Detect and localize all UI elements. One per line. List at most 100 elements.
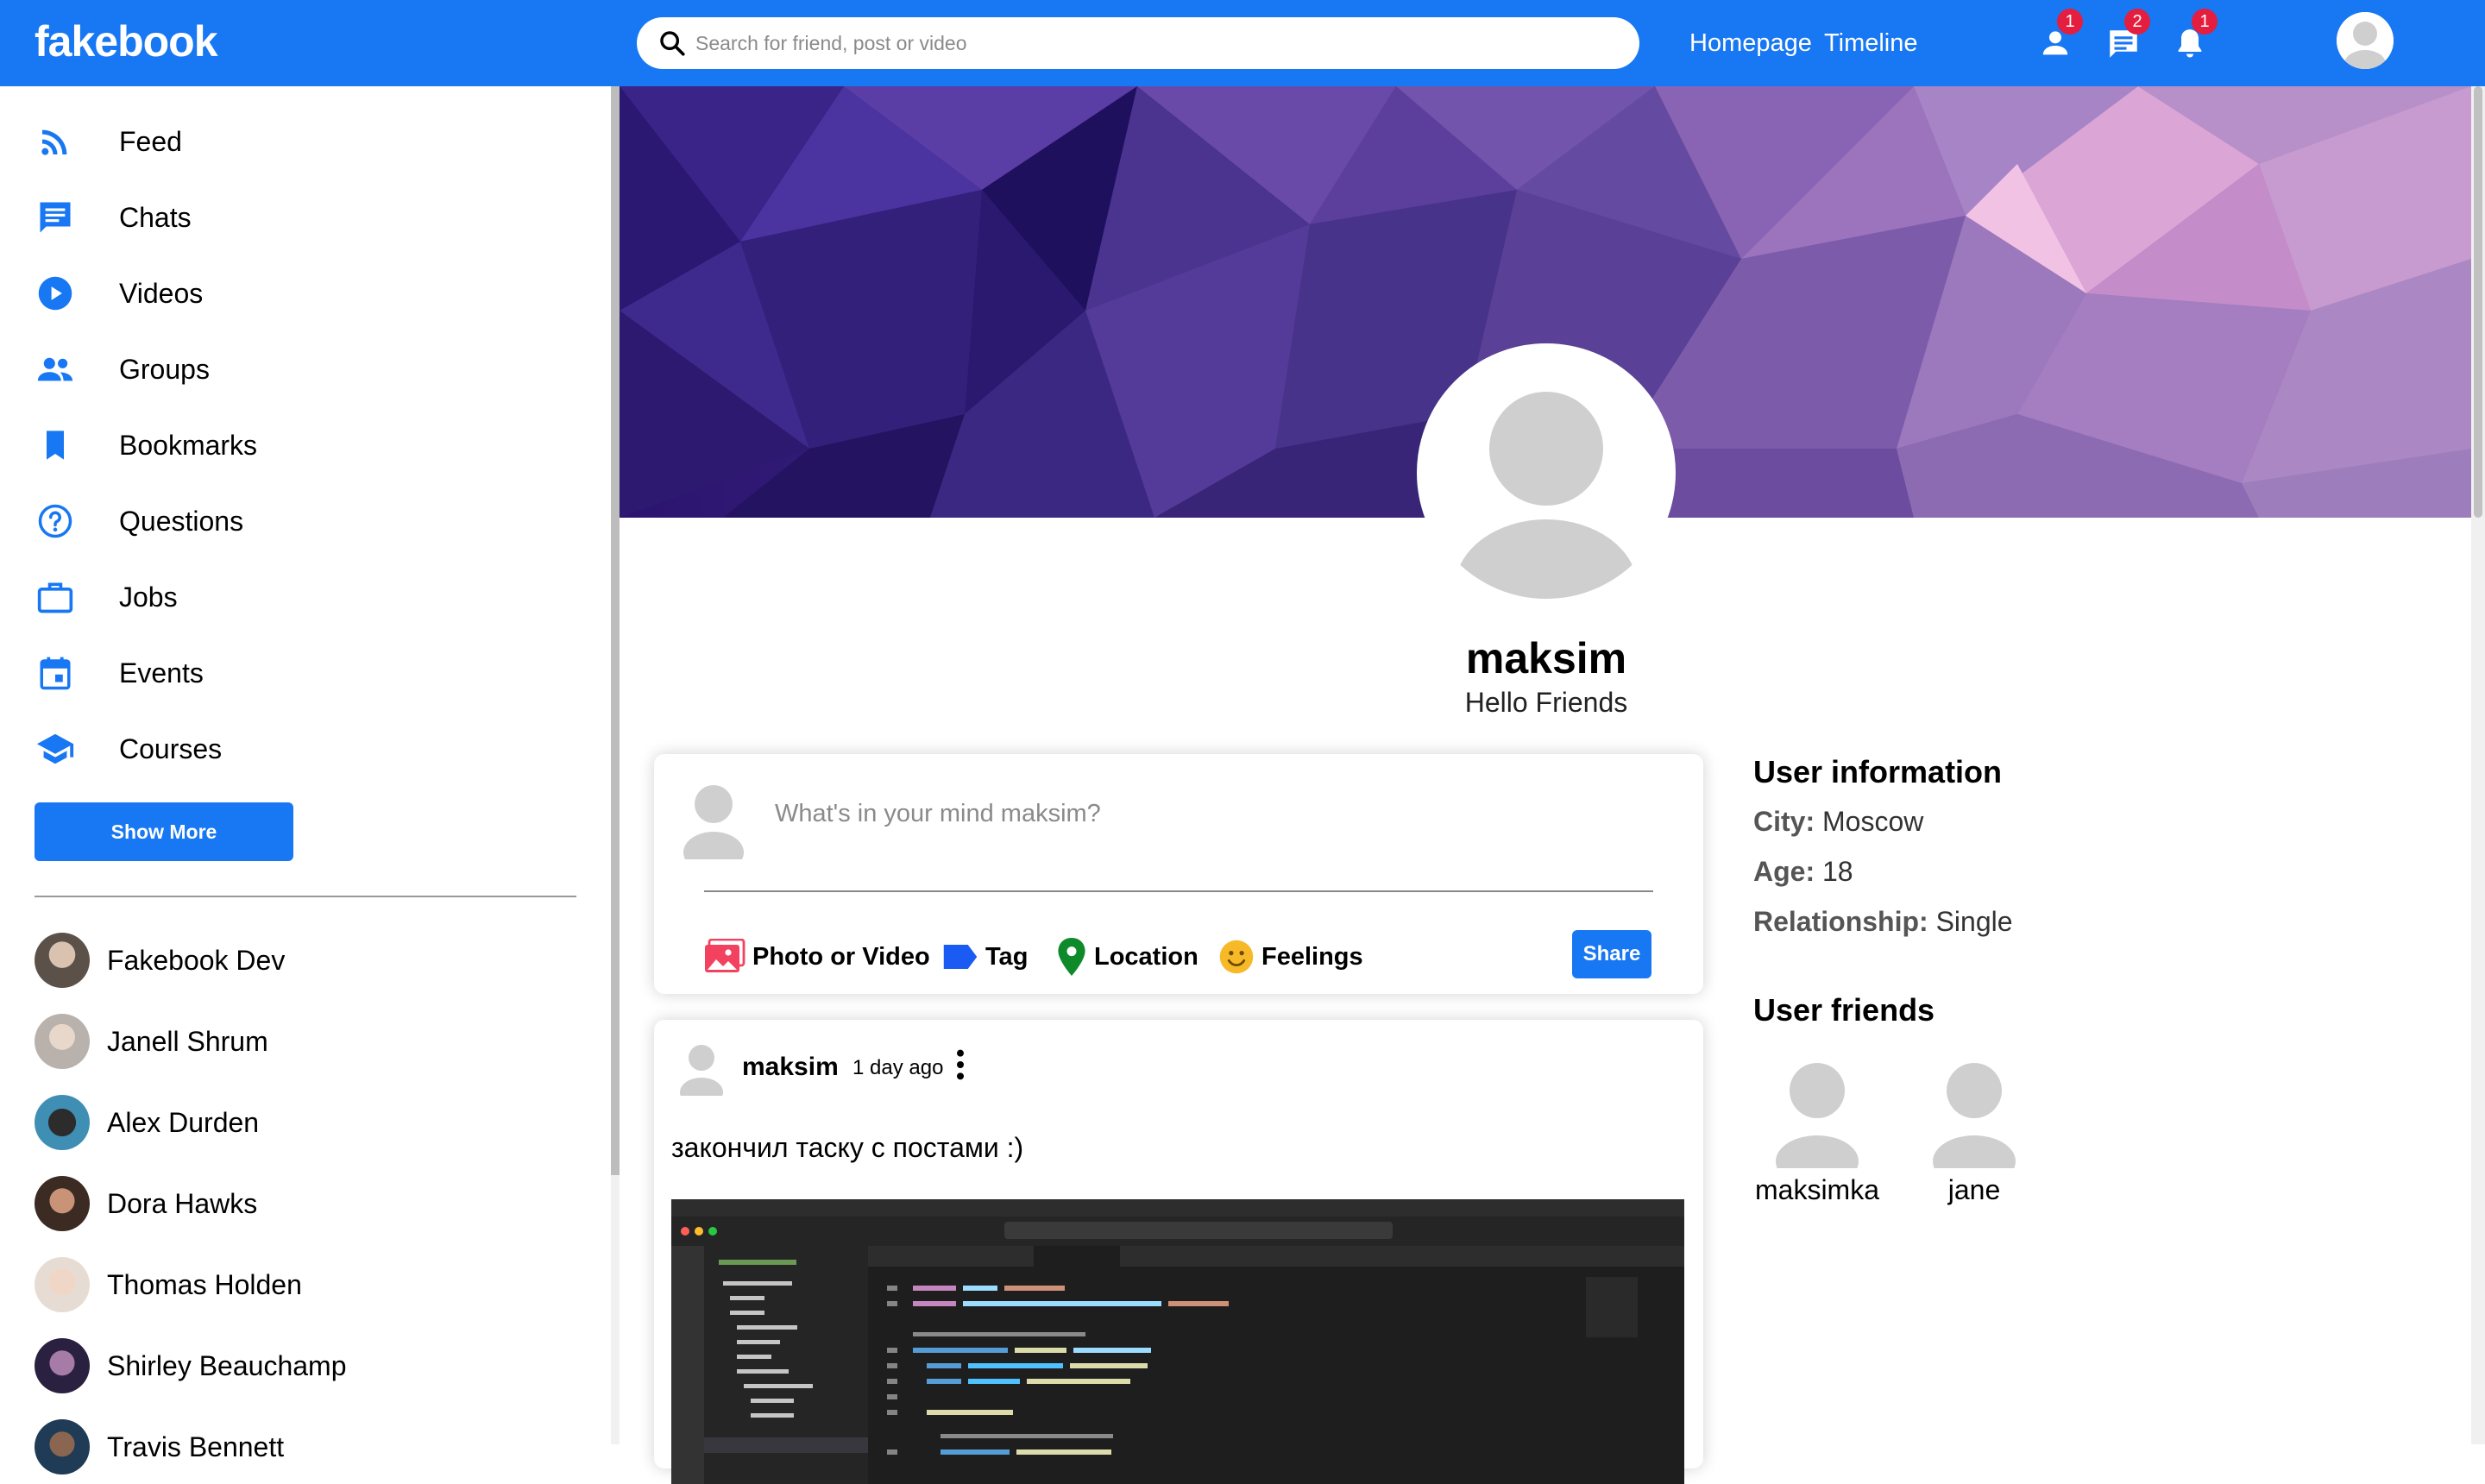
sidebar: Feed Chats Videos Groups Bookmarks Quest… [0,86,611,1475]
sidebar-item-label: Bookmarks [119,429,258,461]
chat-icon [35,197,76,238]
avatar [35,1257,90,1312]
tag-option[interactable]: Tag [942,935,1028,978]
sidebar-item-videos[interactable]: Videos [35,267,569,319]
sidebar-item-label: Groups [119,353,210,385]
info-key: City: [1753,806,1815,837]
post-username[interactable]: maksim [742,1053,839,1082]
sidebar-scrollbar[interactable] [611,86,620,1444]
photo-or-video-option[interactable]: Photo or Video [704,935,930,978]
avatar [1776,1063,1859,1187]
sidebar-item-label: Chats [119,201,192,233]
search-input[interactable] [694,30,1603,56]
sidebar-item-chats[interactable]: Chats [35,192,569,243]
play-circle-icon [35,273,76,314]
share-button[interactable]: Share [1572,930,1651,978]
sidebar-item-bookmarks[interactable]: Bookmarks [35,419,569,471]
avatar [35,1014,90,1069]
more-vert-icon[interactable] [947,1047,973,1082]
user-information-title: User information [1753,754,2003,789]
search-bar[interactable] [637,17,1639,69]
feelings-option[interactable]: Feelings [1218,935,1363,978]
user-friend-item[interactable]: maksimka [1740,1061,1895,1206]
emoji-icon [1219,940,1254,974]
share-box: Photo or Video Tag Location Feelings Sha… [654,754,1703,994]
avatar [35,1338,90,1393]
info-value: Single [1935,906,2013,937]
divider [704,890,1653,892]
sidebar-item-events[interactable]: Events [35,647,569,699]
friend-name: Janell Shrum [107,1025,268,1057]
calendar-icon [35,652,76,694]
friend-name: Shirley Beauchamp [107,1349,347,1381]
sidebar-item-label: Questions [119,505,244,537]
user-friend-item[interactable]: jane [1897,1061,2052,1206]
timeline-link[interactable]: Timeline [1824,28,1918,59]
option-label: Tag [985,942,1029,971]
info-value: Moscow [1822,806,1924,837]
post-date: 1 day ago [852,1056,944,1079]
notifications-badge: 1 [2192,9,2218,35]
logo[interactable]: fakebook [35,14,218,69]
sidebar-item-feed[interactable]: Feed [35,116,569,167]
sidebar-item-label: Events [119,657,204,689]
info-relationship: Relationship: Single [1753,906,2013,938]
friend-name: jane [1947,1174,2001,1205]
homepage-link[interactable]: Homepage [1689,28,1812,59]
info-city: City: Moscow [1753,806,1923,838]
sidebar-item-courses[interactable]: Courses [35,723,569,775]
friend-item[interactable]: Janell Shrum [35,1011,569,1072]
user-friends-title: User friends [1753,992,1935,1028]
friend-requests-badge: 1 [2057,9,2083,35]
sidebar-item-questions[interactable]: Questions [35,495,569,547]
topbar: fakebook Homepage Timeline 1 2 1 [0,0,2485,86]
friend-item[interactable]: Shirley Beauchamp [35,1336,569,1396]
bookmark-icon [35,424,76,466]
friend-item[interactable]: Thomas Holden [35,1254,569,1315]
post-image[interactable] [671,1199,1684,1484]
location-option[interactable]: Location [1056,935,1198,978]
avatar[interactable] [678,1042,725,1107]
briefcase-icon [35,576,76,618]
avatar [35,1176,90,1231]
profile-picture[interactable] [1417,343,1676,602]
chats-button[interactable]: 2 [2098,9,2150,67]
location-pin-icon [1058,938,1085,976]
friend-item[interactable]: Alex Durden [35,1092,569,1153]
show-more-button[interactable]: Show More [35,802,293,861]
friend-name: Travis Bennett [107,1431,285,1462]
share-input[interactable] [773,799,1553,829]
sidebar-item-groups[interactable]: Groups [35,343,569,395]
option-label: Location [1094,942,1198,971]
sidebar-item-label: Jobs [119,581,178,613]
rss-feed-icon [35,121,76,162]
avatar [682,782,746,873]
info-key: Relationship: [1753,906,1928,937]
groups-icon [35,349,76,390]
friend-item[interactable]: Dora Hawks [35,1173,569,1234]
post: maksim 1 day ago закончил таску с постам… [654,1020,1703,1484]
friend-requests-button[interactable]: 1 [2031,9,2083,67]
profile-name: maksim [1465,634,1627,682]
avatar [35,933,90,988]
friend-item[interactable]: Travis Bennett [35,1417,569,1477]
friend-item[interactable]: Fakebook Dev [35,930,569,990]
sidebar-item-label: Videos [119,277,204,309]
page-scrollbar[interactable] [2471,86,2485,1444]
avatar [35,1419,90,1475]
sidebar-item-jobs[interactable]: Jobs [35,571,569,623]
sidebar-item-label: Feed [119,125,182,157]
divider [35,896,576,897]
user-avatar[interactable] [2337,12,2394,69]
option-label: Feelings [1261,942,1363,971]
avatar [1933,1063,2016,1187]
help-circle-icon [35,500,76,542]
avatar [35,1095,90,1150]
photo-icon [705,939,746,972]
option-label: Photo or Video [752,942,930,971]
friend-name: Dora Hawks [107,1187,258,1219]
info-age: Age: 18 [1753,856,1853,888]
friend-name: Fakebook Dev [107,944,286,976]
sidebar-item-label: Courses [119,733,223,764]
notifications-button[interactable]: 1 [2166,9,2218,67]
